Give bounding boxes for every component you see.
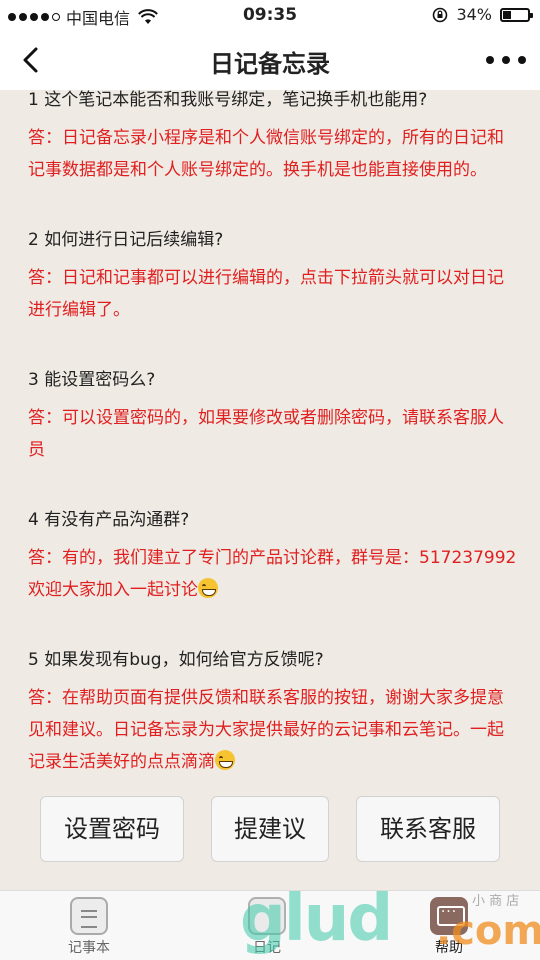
help-chat-icon xyxy=(430,897,468,935)
faq-list: 1 这个笔记本能否和我账号绑定，笔记换手机也能用? 答：日记备忘录小程序是和个人… xyxy=(28,88,518,820)
more-dot-icon xyxy=(518,56,526,64)
more-dot-icon xyxy=(486,56,494,64)
faq-answer: 答：可以设置密码的，如果要修改或者删除密码，请联系客服人员 xyxy=(28,408,504,460)
faq-answer: 答：在帮助页面有提供反馈和联系客服的按钮，谢谢大家多提意见和建议。日记备忘录为大… xyxy=(28,682,518,778)
tab-label: 帮助 xyxy=(435,940,463,956)
diary-icon xyxy=(248,897,286,935)
tab-notebook[interactable]: 记事本 xyxy=(44,897,134,959)
tab-label: 记事本 xyxy=(68,940,110,956)
battery-percent: 34% xyxy=(456,5,492,24)
tab-help[interactable]: 帮助 xyxy=(404,897,494,959)
set-password-button[interactable]: 设置密码 xyxy=(40,796,184,862)
status-right: 34% xyxy=(432,5,533,24)
faq-question: 2 如何进行日记后续编辑? xyxy=(28,230,224,250)
battery-icon xyxy=(500,7,533,22)
faq-question: 1 这个笔记本能否和我账号绑定，笔记换手机也能用? xyxy=(28,90,428,110)
faq-item: 2 如何进行日记后续编辑? 答：日记和记事都可以进行编辑的，点击下拉箭头就可以对… xyxy=(28,228,518,326)
page-title: 日记备忘录 xyxy=(210,50,330,78)
faq-question: 4 有没有产品沟通群? xyxy=(28,510,190,530)
faq-item: 3 能设置密码么? 答：可以设置密码的，如果要修改或者删除密码，请联系客服人员 xyxy=(28,368,518,466)
faq-answer-text: 答：有的，我们建立了专门的产品讨论群，群号是：517237992 欢迎大家加入一… xyxy=(28,548,517,600)
action-buttons: 设置密码 提建议 联系客服 xyxy=(40,796,500,862)
faq-answer: 答：日记和记事都可以进行编辑的，点击下拉箭头就可以对日记进行编辑了。 xyxy=(28,268,504,320)
rotation-lock-icon xyxy=(433,7,448,22)
more-dot-icon xyxy=(502,56,510,64)
faq-answer-text: 答：在帮助页面有提供反馈和联系客服的按钮，谢谢大家多提意见和建议。日记备忘录为大… xyxy=(28,688,504,772)
notebook-icon xyxy=(70,897,108,935)
suggest-button[interactable]: 提建议 xyxy=(211,796,329,862)
faq-question: 5 如果发现有bug，如何给官方反馈呢? xyxy=(28,650,324,670)
faq-item: 4 有没有产品沟通群? 答：有的，我们建立了专门的产品讨论群，群号是：51723… xyxy=(28,508,518,606)
faq-answer: 答：日记备忘录小程序是和个人微信账号绑定的，所有的日记和记事数据都是和个人账号绑… xyxy=(28,128,504,180)
more-menu-button[interactable] xyxy=(486,42,526,78)
grin-emoji-icon xyxy=(198,578,218,598)
faq-item: 1 这个笔记本能否和我账号绑定，笔记换手机也能用? 答：日记备忘录小程序是和个人… xyxy=(28,88,518,186)
tab-diary[interactable]: 日记 xyxy=(222,897,312,959)
tab-label: 日记 xyxy=(253,940,281,956)
nav-bar: 日记备忘录 xyxy=(0,30,540,90)
tab-bar: 记事本 日记 帮助 xyxy=(0,890,540,960)
faq-answer: 答：有的，我们建立了专门的产品讨论群，群号是：517237992 欢迎大家加入一… xyxy=(28,542,518,606)
grin-emoji-icon xyxy=(215,750,235,770)
contact-service-button[interactable]: 联系客服 xyxy=(356,796,500,862)
status-bar: 中国电信 09:35 34% xyxy=(0,0,540,30)
faq-item: 5 如果发现有bug，如何给官方反馈呢? 答：在帮助页面有提供反馈和联系客服的按… xyxy=(28,648,518,778)
faq-question: 3 能设置密码么? xyxy=(28,370,156,390)
